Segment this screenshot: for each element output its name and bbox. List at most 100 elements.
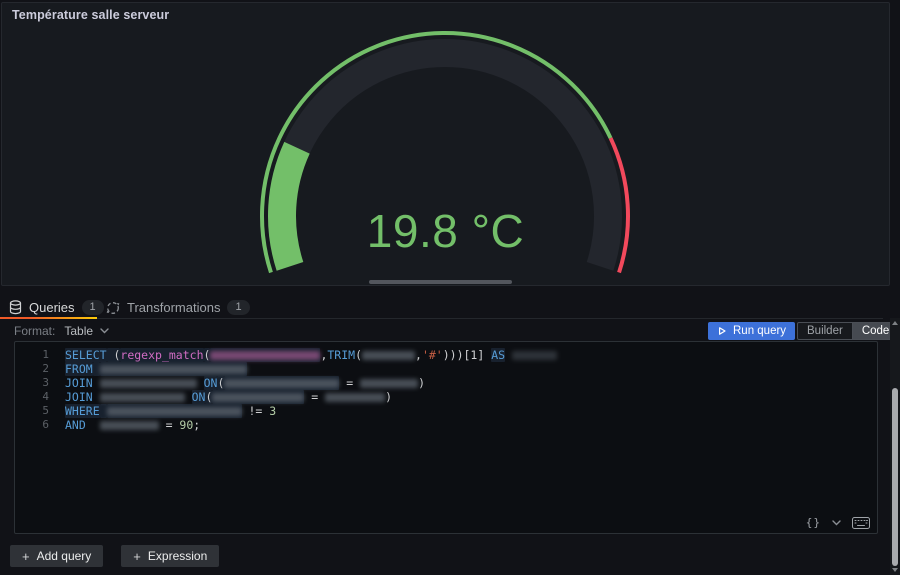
tab-transformations-count: 1: [227, 300, 249, 315]
redacted-text: [224, 379, 339, 388]
plus-icon: +: [22, 549, 30, 564]
run-query-label: Run query: [733, 325, 786, 337]
code-line: 3 JOIN ON( = ): [15, 376, 877, 390]
sql-token: AS: [491, 348, 505, 362]
line-number: 3: [15, 376, 49, 390]
redacted-text: [100, 379, 197, 388]
sql-code[interactable]: 1SELECT (regexp_match(,TRIM(,'#')))[1] A…: [15, 342, 877, 432]
tab-queries-label: Queries: [29, 300, 75, 315]
grafana-panel-editor: Température salle serveur 19.8 °C Querie…: [0, 0, 900, 575]
query-editor-tabbar: Queries 1 Transformations 1: [0, 296, 883, 319]
database-icon: [9, 300, 22, 315]
sql-token: 90: [179, 418, 193, 432]
code-line: 5 WHERE != 3: [15, 404, 877, 418]
sql-token: [197, 376, 204, 390]
redacted-text: [100, 365, 247, 374]
sql-token: [86, 418, 100, 432]
redacted-text: [100, 393, 185, 402]
sql-token: [93, 390, 100, 404]
sql-token: regexp_match: [120, 348, 203, 362]
scrollbar-thumb[interactable]: [892, 388, 898, 566]
format-select[interactable]: Table: [64, 324, 109, 338]
sql-token: (: [204, 348, 211, 362]
code-line: 1SELECT (regexp_match(,TRIM(,'#')))[1] A…: [15, 348, 877, 362]
sql-token: ,: [415, 348, 422, 362]
scroll-down-arrow-icon[interactable]: [892, 568, 898, 572]
add-query-label: Add query: [37, 549, 92, 563]
sql-token: (: [107, 348, 121, 362]
chevron-down-icon: [100, 328, 109, 334]
braces-icon[interactable]: {}: [806, 516, 821, 529]
line-number: 2: [15, 362, 49, 376]
sql-token: FROM: [65, 362, 93, 376]
sql-token: JOIN: [65, 390, 93, 404]
sql-token: ): [418, 376, 425, 390]
sql-editor[interactable]: 1SELECT (regexp_match(,TRIM(,'#')))[1] A…: [14, 341, 878, 534]
plus-icon: +: [133, 549, 141, 564]
redacted-text: [512, 351, 557, 360]
line-number: 1: [15, 348, 49, 362]
panel-scrollbar-horizontal[interactable]: [369, 280, 512, 284]
editor-footer: {}: [806, 516, 870, 529]
format-label: Format:: [14, 324, 55, 338]
sql-token: 3: [269, 404, 276, 418]
sql-token: ON: [192, 390, 206, 404]
sql-token: SELECT: [65, 348, 107, 362]
sql-token: ON: [204, 376, 218, 390]
sql-token: ;: [193, 418, 200, 432]
tab-queries[interactable]: Queries 1: [9, 296, 104, 319]
redacted-text: [107, 407, 242, 416]
chevron-down-icon[interactable]: [832, 520, 841, 526]
sql-token: (: [355, 348, 362, 362]
sql-token: !=: [242, 404, 270, 418]
sql-token: (: [205, 390, 212, 404]
sql-token: =: [304, 390, 325, 404]
code-line: 4 JOIN ON( = ): [15, 390, 877, 404]
run-query-button[interactable]: Run query: [708, 322, 795, 340]
gauge-panel: Température salle serveur 19.8 °C: [1, 2, 890, 286]
transform-icon: [106, 301, 120, 315]
sql-token: (: [217, 376, 224, 390]
redacted-text: [360, 379, 418, 388]
format-group: Format: Table: [14, 324, 109, 338]
sql-token: ): [385, 390, 392, 404]
redacted-text: [212, 393, 304, 402]
redacted-text: [325, 393, 385, 402]
sql-token: [185, 390, 192, 404]
line-number: 6: [15, 418, 49, 432]
scroll-up-arrow-icon[interactable]: [892, 321, 898, 325]
sql-token: [93, 362, 100, 376]
line-number: 5: [15, 404, 49, 418]
expression-button[interactable]: + Expression: [121, 545, 219, 567]
sql-token: [93, 376, 100, 390]
page-scrollbar-vertical[interactable]: [890, 318, 900, 575]
redacted-text: [362, 351, 415, 360]
builder-segment[interactable]: Builder: [798, 323, 852, 339]
play-icon: [717, 326, 727, 336]
builder-code-toggle: Builder Code: [797, 322, 899, 340]
gauge-value: 19.8 °C: [2, 204, 889, 258]
sql-token: )))[1]: [443, 348, 491, 362]
panel-title: Température salle serveur: [12, 8, 169, 22]
query-actions: + Add query + Expression: [10, 545, 219, 567]
expression-label: Expression: [148, 549, 207, 563]
sql-token: [100, 404, 107, 418]
redacted-text: [100, 421, 159, 430]
format-value: Table: [64, 324, 93, 338]
sql-token: TRIM: [327, 348, 355, 362]
code-line: 2 FROM: [15, 362, 877, 376]
add-query-button[interactable]: + Add query: [10, 545, 103, 567]
code-line: 6AND = 90;: [15, 418, 877, 432]
query-toolbar: Format: Table Run query Builder Code: [0, 321, 883, 341]
sql-token: =: [159, 418, 180, 432]
sql-token: JOIN: [65, 376, 93, 390]
sql-token: [505, 348, 512, 362]
redacted-text: [210, 351, 320, 360]
sql-token: =: [339, 376, 360, 390]
active-tab-underline: [0, 317, 97, 319]
sql-token: WHERE: [65, 404, 100, 418]
sql-token: '#': [422, 348, 443, 362]
keyboard-icon[interactable]: [852, 517, 870, 529]
line-number: 4: [15, 390, 49, 404]
tab-transformations[interactable]: Transformations 1: [106, 296, 250, 319]
